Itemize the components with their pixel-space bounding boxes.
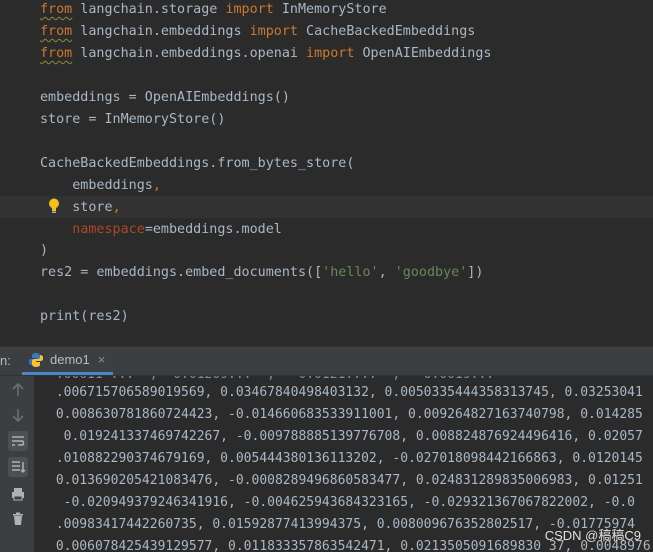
comma: , — [112, 200, 121, 215]
code-text: ]) — [467, 265, 484, 280]
python-icon — [29, 352, 43, 367]
tab-label: demo1 — [50, 352, 90, 367]
module-name: langchain.embeddings.openai — [72, 46, 307, 61]
named-parameter: namespace — [72, 222, 145, 237]
import-name: CacheBackedEmbeddings — [298, 24, 476, 39]
code-line-13[interactable]: res2 = embeddings.embed_documents(['hell… — [40, 262, 483, 284]
module-name: langchain.storage — [72, 2, 226, 17]
console-line: 0.019241337469742267, -0.009788885139776… — [48, 429, 643, 444]
code-line-8[interactable]: CacheBackedEmbeddings.from_bytes_store( — [40, 153, 354, 175]
console-line: 0.013690205421083476, -0.000828949686058… — [48, 473, 643, 488]
code-line-2[interactable]: from langchain.embeddings import CacheBa… — [40, 21, 475, 43]
run-toolstrip — [0, 376, 34, 552]
code-line-11[interactable]: namespace=embeddings.model — [40, 219, 282, 241]
keyword-from: from — [40, 24, 73, 39]
code-line-12[interactable]: ) — [40, 240, 48, 262]
separator: , — [378, 265, 395, 280]
soft-wrap-icon[interactable] — [8, 431, 28, 451]
scroll-to-end-icon[interactable] — [8, 457, 28, 477]
tab-demo1[interactable]: demo1 × — [22, 347, 114, 375]
console-line: .006715706589019569, 0.03467840498403132… — [48, 385, 643, 400]
code-editor[interactable]: from langchain.storage import InMemorySt… — [0, 0, 653, 328]
lightbulb-icon[interactable] — [47, 197, 61, 215]
keyword-import: import — [225, 2, 274, 17]
trash-icon[interactable] — [8, 509, 28, 529]
up-arrow-icon[interactable] — [8, 380, 28, 400]
string-literal: 'hello' — [322, 265, 379, 280]
keyword-from: from — [40, 2, 73, 17]
keyword-import: import — [306, 46, 355, 61]
console-line: .010882290374679169, 0.00544438013611320… — [48, 451, 643, 466]
argument-text: embeddings — [40, 178, 153, 193]
console-line: 0.008630781860724423, -0.014660683533911… — [48, 407, 643, 422]
code-text: res2 = embeddings.embed_documents([ — [40, 265, 323, 280]
comma: , — [152, 178, 161, 193]
argument-text: =embeddings.model — [144, 222, 282, 237]
run-toolbar: n: demo1 × — [0, 347, 653, 376]
code-line-3[interactable]: from langchain.embeddings.openai import … — [40, 43, 491, 65]
import-name: InMemoryStore — [273, 2, 387, 17]
run-label: n: — [0, 353, 11, 368]
watermark: CSDN @稿稿C9 — [544, 528, 641, 543]
down-arrow-icon[interactable] — [8, 405, 28, 425]
code-line-1[interactable]: from langchain.storage import InMemorySt… — [40, 0, 387, 21]
console-line: -0.020949379246341916, -0.00462594368432… — [48, 495, 635, 510]
code-line-15[interactable]: print(res2) — [40, 306, 129, 328]
import-name: OpenAIEmbeddings — [354, 46, 492, 61]
print-icon[interactable] — [8, 484, 28, 504]
module-name: langchain.embeddings — [72, 24, 250, 39]
string-literal: 'goodbye' — [394, 265, 468, 280]
code-line-9[interactable]: embeddings, — [40, 175, 161, 197]
keyword-import: import — [249, 24, 298, 39]
close-icon[interactable]: × — [98, 352, 106, 367]
keyword-from: from — [40, 46, 73, 61]
panel-divider[interactable] — [0, 328, 653, 347]
code-line-6[interactable]: store = InMemoryStore() — [40, 109, 225, 131]
code-line-5[interactable]: embeddings = OpenAIEmbeddings() — [40, 87, 290, 109]
